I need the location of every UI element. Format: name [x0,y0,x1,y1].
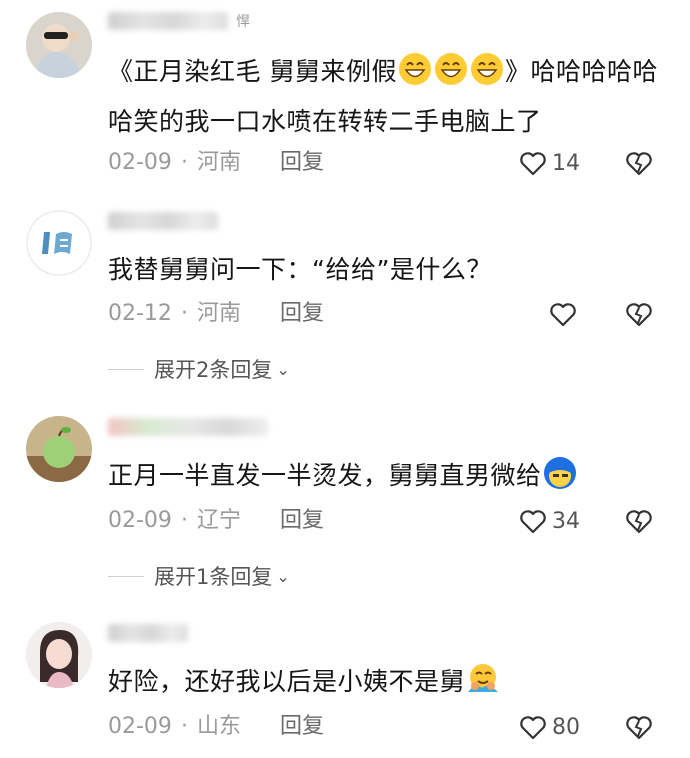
avatar[interactable] [26,416,92,482]
reply-button[interactable]: 回复 [280,506,324,536]
meta-separator: · [180,508,188,533]
comment-text: 正月一半直发一半烫发，舅舅直男微给 [108,451,664,501]
broken-heart-icon[interactable] [624,148,654,178]
username-tail: 悍 [236,14,250,30]
comment-location: 河南 [196,301,241,326]
like-count: 80 [552,714,580,740]
broken-heart-icon[interactable] [624,712,654,742]
reply-button[interactable]: 回复 [280,712,324,742]
comment-text: 《正月染红毛 舅舅来例假 》哈哈哈哈哈哈笑的我一口水喷在转转二手电脑上了 [108,47,664,147]
expand-replies-button[interactable]: 展开2条回复 ⌄ [108,354,290,384]
chevron-down-icon: ⌄ [276,359,290,379]
avatar[interactable] [26,622,92,688]
like-button[interactable]: 80 [518,712,580,742]
comment-meta: 02-09 · 辽宁 [108,506,241,536]
avatar[interactable] [26,12,92,78]
heart-outline-icon [520,152,546,176]
heart-outline-icon [520,510,546,534]
like-count: 34 [552,508,580,534]
like-button[interactable] [548,299,578,329]
comment-date: 02-09 [108,714,172,739]
heart-outline-icon [550,303,576,327]
grin-emoji-icon [398,53,431,85]
expand-replies-label: 展开2条回复 [154,358,273,382]
blue-face-emoji-icon [543,457,576,489]
username-blurred[interactable] [108,12,228,30]
comment-date: 02-09 [108,508,172,533]
chevron-down-icon: ⌄ [276,566,290,586]
like-button[interactable]: 14 [518,148,580,178]
grin-emoji-icon [470,53,503,85]
broken-heart-icon[interactable] [624,506,654,536]
hug-emoji-icon [468,664,499,692]
divider-line [108,575,144,577]
comment-location: 辽宁 [196,508,241,533]
comment-date: 02-12 [108,301,172,326]
meta-separator: · [180,714,188,739]
grin-emoji-icon [434,53,467,85]
reply-button[interactable]: 回复 [280,148,324,178]
comment-meta: 02-09 · 河南 [108,148,241,178]
meta-separator: · [180,150,188,175]
reply-button[interactable]: 回复 [280,299,324,329]
comment-text: 我替舅舅问一下：“给给”是什么？ [108,255,492,284]
avatar[interactable] [26,210,92,276]
username-blurred[interactable] [108,418,268,436]
username-blurred[interactable] [108,212,218,230]
expand-replies-label: 展开1条回复 [154,565,273,589]
like-count: 14 [552,150,580,176]
username-blurred[interactable] [108,624,188,642]
divider-line [108,368,144,370]
comment-meta: 02-12 · 河南 [108,299,241,329]
comment-location: 河南 [196,150,241,175]
heart-outline-icon [520,716,546,740]
comment-location: 山东 [196,714,241,739]
comment-text: 好险，还好我以后是小姨不是舅 [108,657,664,707]
meta-separator: · [180,301,188,326]
like-button[interactable]: 34 [518,506,580,536]
comment-date: 02-09 [108,150,172,175]
comment-meta: 02-09 · 山东 [108,712,241,742]
broken-heart-icon[interactable] [624,299,654,329]
expand-replies-button[interactable]: 展开1条回复 ⌄ [108,561,290,591]
